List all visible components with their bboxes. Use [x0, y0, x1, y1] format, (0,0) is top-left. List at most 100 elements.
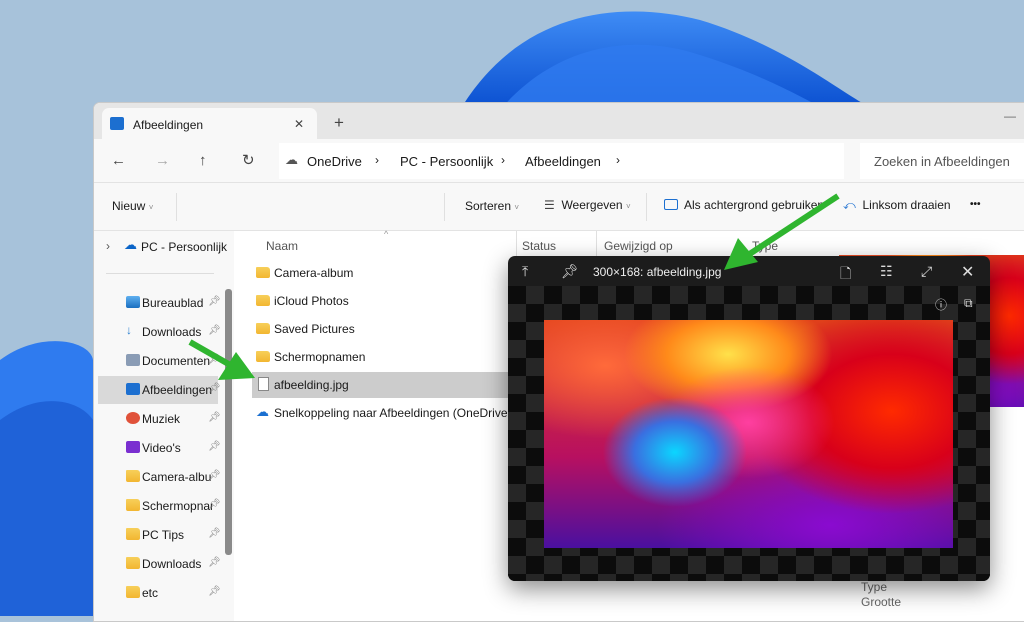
file-row[interactable]: iCloud Photos: [252, 288, 512, 314]
file-row[interactable]: Camera-album: [252, 260, 512, 286]
pin-icon: 📌︎: [208, 325, 221, 336]
pictures-icon: [110, 117, 124, 130]
breadcrumb-afbeeldingen[interactable]: Afbeeldingen: [525, 154, 601, 169]
folder-icon: [256, 295, 270, 306]
onedrive-icon: ☁: [124, 237, 137, 252]
info-icon[interactable]: ⓘ: [935, 296, 947, 313]
column-status[interactable]: Status: [522, 239, 556, 253]
breadcrumb-pc[interactable]: PC - Persoonlijk: [400, 154, 493, 169]
folder-icon: [256, 323, 270, 334]
new-tab-button[interactable]: +: [334, 113, 344, 133]
sidebar-item-camera-album[interactable]: Camera-album📌︎: [98, 463, 221, 491]
more-options-button[interactable]: •••: [970, 199, 981, 210]
desktop-icon: [126, 296, 140, 308]
view-button[interactable]: ☰ Weergeven ˅: [544, 198, 631, 212]
set-background-label: Als achtergrond gebruiken: [684, 198, 825, 212]
document-icon: [126, 354, 140, 366]
sidebar-item-label: Downloads: [142, 557, 202, 571]
address-row: ← → ↑ ↻ ☁ OneDrive › PC - Persoonlijk › …: [94, 139, 1024, 183]
sidebar-item-etc[interactable]: etc 📌︎: [98, 579, 221, 607]
folder-icon: [126, 557, 140, 569]
sidebar-item-afbeeldingen[interactable]: Afbeeldingen 📌︎: [98, 376, 221, 404]
set-background-button[interactable]: Als achtergrond gebruiken: [664, 198, 824, 212]
chevron-right-icon: ›: [501, 153, 505, 167]
breadcrumb-onedrive[interactable]: OneDrive: [307, 154, 362, 169]
pin-icon: 📌︎: [208, 412, 221, 423]
close-icon[interactable]: ✕: [961, 262, 974, 282]
search-placeholder: Zoeken in Afbeeldingen: [874, 154, 1010, 169]
sidebar-item-label: Bureaublad: [142, 296, 204, 310]
viewer-title: 300×168: afbeelding.jpg: [593, 265, 722, 279]
folder-icon: [256, 351, 270, 362]
image-file-icon: [258, 377, 269, 391]
open-file-icon[interactable]: 🗋: [840, 263, 851, 287]
sidebar-item-downloads[interactable]: Downloads 📌︎: [98, 550, 221, 578]
pin-icon: 📌︎: [208, 528, 221, 539]
column-type[interactable]: Type: [752, 239, 778, 253]
pin-icon: 📌︎: [208, 557, 221, 568]
file-row[interactable]: Saved Pictures: [252, 316, 512, 342]
sort-up-icon: ^: [384, 229, 389, 239]
expand-chevron-icon[interactable]: ›: [106, 239, 110, 253]
rotate-left-button[interactable]: ⤺ Linksom draaien: [843, 198, 951, 213]
pin-icon: 📌︎: [208, 296, 221, 307]
forward-icon[interactable]: →: [155, 153, 170, 168]
new-label: Nieuw: [112, 199, 146, 213]
pin-top-icon[interactable]: ⤒: [522, 263, 528, 280]
sort-button[interactable]: Sorteren ˅: [465, 199, 519, 213]
file-name: iCloud Photos: [274, 294, 349, 308]
sidebar-item-muziek[interactable]: Muziek 📌︎: [98, 405, 221, 433]
navigation-pane: › ☁ PC - Persoonlijk Bureaublad 📌︎ ↓ Downlo…: [94, 231, 234, 621]
fullscreen-icon[interactable]: ⤢: [921, 263, 932, 280]
sidebar-item-pc-persoonlijk[interactable]: PC - Persoonlijk: [141, 240, 227, 254]
folder-icon: [126, 528, 140, 540]
file-name: Camera-album: [274, 266, 354, 280]
cloud-icon: ☁: [285, 152, 298, 167]
pin-icon: 📌︎: [208, 586, 221, 597]
sidebar-item-downloads[interactable]: ↓ Downloads 📌︎: [98, 318, 221, 346]
sidebar-item-label: Schermopnamen: [142, 499, 212, 513]
folder-icon: [126, 499, 140, 511]
file-name: afbeelding.jpg: [274, 378, 349, 392]
column-naam[interactable]: Naam: [266, 239, 298, 253]
sidebar-item-label: Documenten: [142, 354, 211, 368]
column-gewijzigd-op[interactable]: Gewijzigd op: [604, 239, 673, 253]
folder-icon: [256, 267, 270, 278]
list-icon: ☰: [544, 198, 555, 212]
sidebar-item-label: Video's: [142, 441, 181, 455]
pin-icon: 📌︎: [208, 354, 221, 365]
sidebar-item-label: Camera-album: [142, 470, 212, 484]
sidebar-item-schermopnamen[interactable]: Schermopnamen📌︎: [98, 492, 221, 520]
open-with-icon[interactable]: ⧉: [964, 296, 973, 311]
refresh-icon[interactable]: ↻: [242, 153, 255, 168]
file-name: Schermopnamen: [274, 350, 366, 364]
file-name: Saved Pictures: [274, 322, 355, 336]
sidebar-item-pc-tips[interactable]: PC Tips 📌︎: [98, 521, 221, 549]
music-icon: [126, 412, 140, 424]
sidebar-item-bureaublad[interactable]: Bureaublad 📌︎: [98, 289, 221, 317]
details-size-label: Grootte: [861, 595, 902, 609]
back-icon[interactable]: ←: [111, 153, 126, 168]
onedrive-shortcut-icon: ☁: [256, 404, 269, 419]
details-type-label: Type: [861, 580, 888, 594]
new-button[interactable]: Nieuw ˅: [112, 199, 153, 213]
rotate-left-label: Linksom draaien: [862, 198, 951, 212]
tab-afbeeldingen[interactable]: Afbeeldingen ✕: [102, 108, 317, 140]
file-row[interactable]: ☁ Snelkoppeling naar Afbeeldingen (OneDri…: [252, 400, 528, 426]
sidebar-item-documenten[interactable]: Documenten 📌︎: [98, 347, 221, 375]
sidebar-scrollbar[interactable]: [225, 289, 232, 555]
file-row[interactable]: afbeelding.jpg: [252, 372, 512, 398]
folder-icon: [126, 470, 140, 482]
download-icon: ↓: [126, 323, 132, 337]
minimize-icon[interactable]: —: [1004, 109, 1016, 123]
breadcrumb[interactable]: ☁ OneDrive › PC - Persoonlijk › Afbeeldi…: [279, 143, 844, 179]
folder-icon: [126, 586, 140, 598]
sidebar-item-video-s[interactable]: Video's 📌︎: [98, 434, 221, 462]
video-icon: [126, 441, 140, 453]
search-input[interactable]: Zoeken in Afbeeldingen: [860, 143, 1024, 179]
file-row[interactable]: Schermopnamen: [252, 344, 512, 370]
list-settings-icon[interactable]: ☷: [880, 263, 893, 280]
close-tab-icon[interactable]: ✕: [294, 117, 304, 131]
pin-icon[interactable]: 📌︎: [561, 263, 579, 280]
up-icon[interactable]: ↑: [199, 153, 207, 168]
